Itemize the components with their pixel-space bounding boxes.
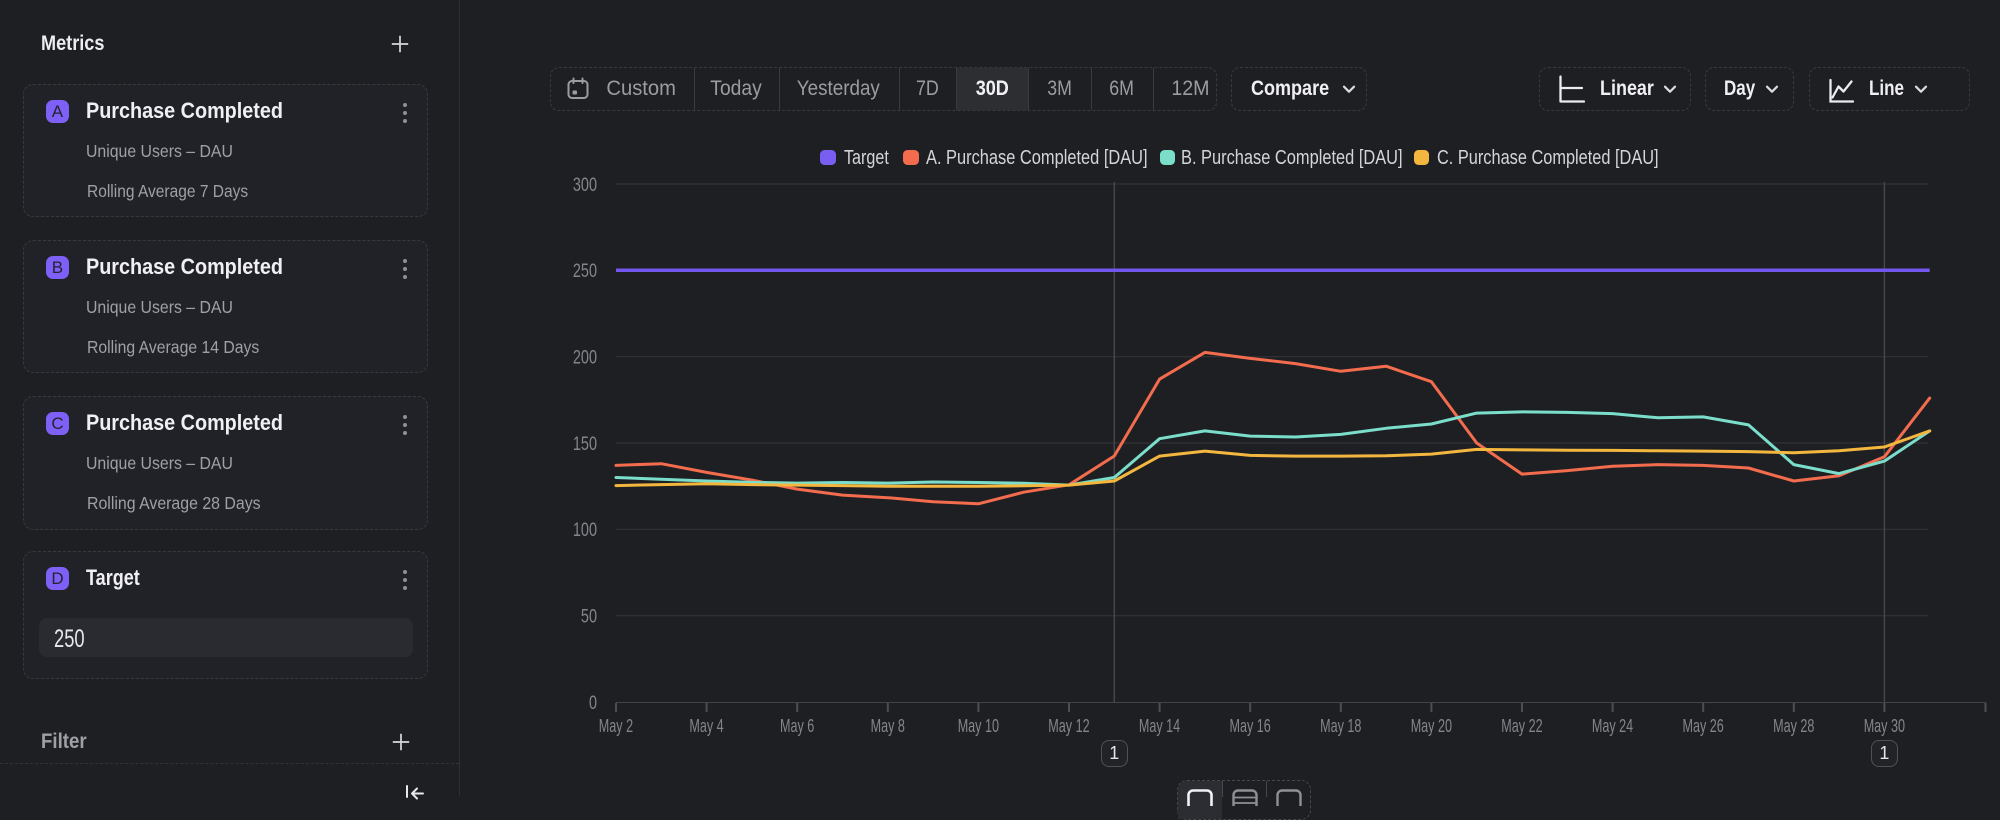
svg-text:May 20: May 20 <box>1411 716 1452 736</box>
svg-text:May 26: May 26 <box>1683 716 1724 736</box>
svg-text:50: 50 <box>581 607 597 628</box>
svg-text:100: 100 <box>573 520 597 541</box>
svg-text:May 22: May 22 <box>1501 716 1542 736</box>
svg-text:250: 250 <box>573 261 597 282</box>
svg-text:May 16: May 16 <box>1230 716 1271 736</box>
svg-text:0: 0 <box>589 693 597 714</box>
svg-text:May 28: May 28 <box>1773 716 1814 736</box>
svg-text:May 6: May 6 <box>780 716 814 736</box>
svg-text:May 4: May 4 <box>689 716 723 736</box>
svg-text:May 12: May 12 <box>1048 716 1089 736</box>
svg-text:May 14: May 14 <box>1139 716 1180 736</box>
svg-text:May 10: May 10 <box>958 716 999 736</box>
svg-text:May 24: May 24 <box>1592 716 1633 736</box>
svg-text:200: 200 <box>573 348 597 369</box>
svg-text:May 30: May 30 <box>1864 716 1905 736</box>
svg-text:May 8: May 8 <box>871 716 905 736</box>
svg-text:May 2: May 2 <box>599 716 633 736</box>
svg-text:300: 300 <box>573 175 597 196</box>
svg-text:150: 150 <box>573 434 597 455</box>
svg-text:May 18: May 18 <box>1320 716 1361 736</box>
